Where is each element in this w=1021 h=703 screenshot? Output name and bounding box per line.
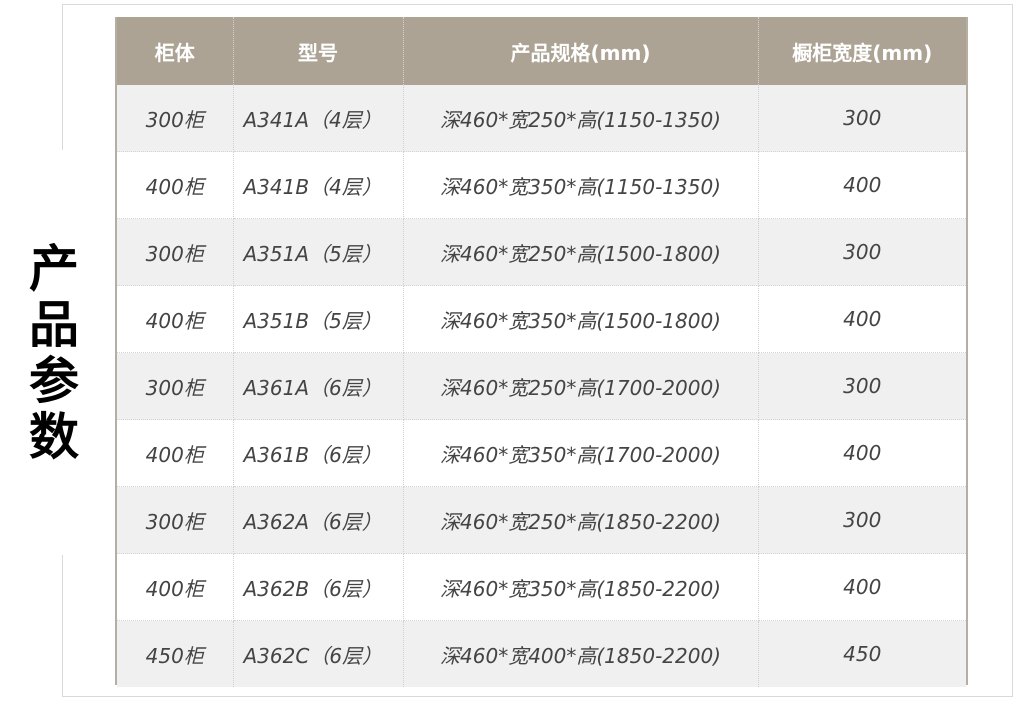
cell-cabinet: 450柜 xyxy=(117,620,234,687)
cell-model: A351A（5层） xyxy=(233,218,404,286)
cell-cabinet: 400柜 xyxy=(117,285,234,353)
side-title-char: 品 xyxy=(29,295,79,354)
table-row: 400柜 A341B（4层） 深460*宽350*高(1150-1350) 40… xyxy=(117,151,966,219)
cell-width: 400 xyxy=(758,285,966,353)
table-row: 300柜 A361A（6层） 深460*宽250*高(1700-2000) 30… xyxy=(117,352,966,420)
spec-table-container: 柜体 型号 产品规格(mm) 橱柜宽度(mm) 300柜 A341A（4层） 深… xyxy=(115,17,968,687)
table-row: 300柜 A341A（4层） 深460*宽250*高(1150-1350) 30… xyxy=(117,85,966,152)
cell-cabinet: 400柜 xyxy=(117,151,234,219)
table-row: 300柜 A351A（5层） 深460*宽250*高(1500-1800) 30… xyxy=(117,218,966,286)
table-row: 400柜 A361B（6层） 深460*宽350*高(1700-2000) 40… xyxy=(117,419,966,487)
cell-model: A351B（5层） xyxy=(233,285,404,353)
header-width: 橱柜宽度(mm) xyxy=(758,17,966,85)
cell-cabinet: 300柜 xyxy=(117,352,234,420)
cell-spec: 深460*宽350*高(1700-2000) xyxy=(403,419,759,487)
cell-model: A362B（6层） xyxy=(233,553,404,621)
cell-width: 300 xyxy=(758,85,966,152)
cell-cabinet: 400柜 xyxy=(117,419,234,487)
cell-cabinet: 300柜 xyxy=(117,218,234,286)
cell-width: 400 xyxy=(758,553,966,621)
cell-model: A362A（6层） xyxy=(233,486,404,554)
side-title-char: 参 xyxy=(29,351,79,410)
cell-width: 400 xyxy=(758,151,966,219)
table-row: 450柜 A362C（6层） 深460*宽400*高(1850-2200) 45… xyxy=(117,620,966,687)
cell-spec: 深460*宽250*高(1500-1800) xyxy=(403,218,759,286)
cell-spec: 深460*宽350*高(1150-1350) xyxy=(403,151,759,219)
cell-spec: 深460*宽350*高(1500-1800) xyxy=(403,285,759,353)
cell-spec: 深460*宽250*高(1700-2000) xyxy=(403,352,759,420)
table-row: 300柜 A362A（6层） 深460*宽250*高(1850-2200) 30… xyxy=(117,486,966,554)
header-model: 型号 xyxy=(233,17,404,85)
side-title: 产 品 参 数 xyxy=(12,150,96,555)
cell-cabinet: 300柜 xyxy=(117,486,234,554)
side-title-char: 产 xyxy=(29,239,79,298)
header-spec: 产品规格(mm) xyxy=(403,17,759,85)
cell-spec: 深460*宽350*高(1850-2200) xyxy=(403,553,759,621)
cell-spec: 深460*宽250*高(1850-2200) xyxy=(403,486,759,554)
cell-width: 400 xyxy=(758,419,966,487)
cell-width: 300 xyxy=(758,218,966,286)
cell-model: A341A（4层） xyxy=(233,85,404,152)
table-header-row: 柜体 型号 产品规格(mm) 橱柜宽度(mm) xyxy=(117,17,966,85)
cell-model: A361B（6层） xyxy=(233,419,404,487)
cell-width: 300 xyxy=(758,486,966,554)
cell-width: 300 xyxy=(758,352,966,420)
cell-model: A361A（6层） xyxy=(233,352,404,420)
header-cabinet: 柜体 xyxy=(117,17,234,85)
table-row: 400柜 A362B（6层） 深460*宽350*高(1850-2200) 40… xyxy=(117,553,966,621)
cell-spec: 深460*宽400*高(1850-2200) xyxy=(403,620,759,687)
cell-width: 450 xyxy=(758,620,966,687)
cell-model: A341B（4层） xyxy=(233,151,404,219)
cell-cabinet: 400柜 xyxy=(117,553,234,621)
cell-model: A362C（6层） xyxy=(233,620,404,687)
side-title-char: 数 xyxy=(29,407,79,466)
cell-spec: 深460*宽250*高(1150-1350) xyxy=(403,85,759,152)
cell-cabinet: 300柜 xyxy=(117,85,234,152)
table-row: 400柜 A351B（5层） 深460*宽350*高(1500-1800) 40… xyxy=(117,285,966,353)
spec-table: 柜体 型号 产品规格(mm) 橱柜宽度(mm) 300柜 A341A（4层） 深… xyxy=(117,17,966,687)
